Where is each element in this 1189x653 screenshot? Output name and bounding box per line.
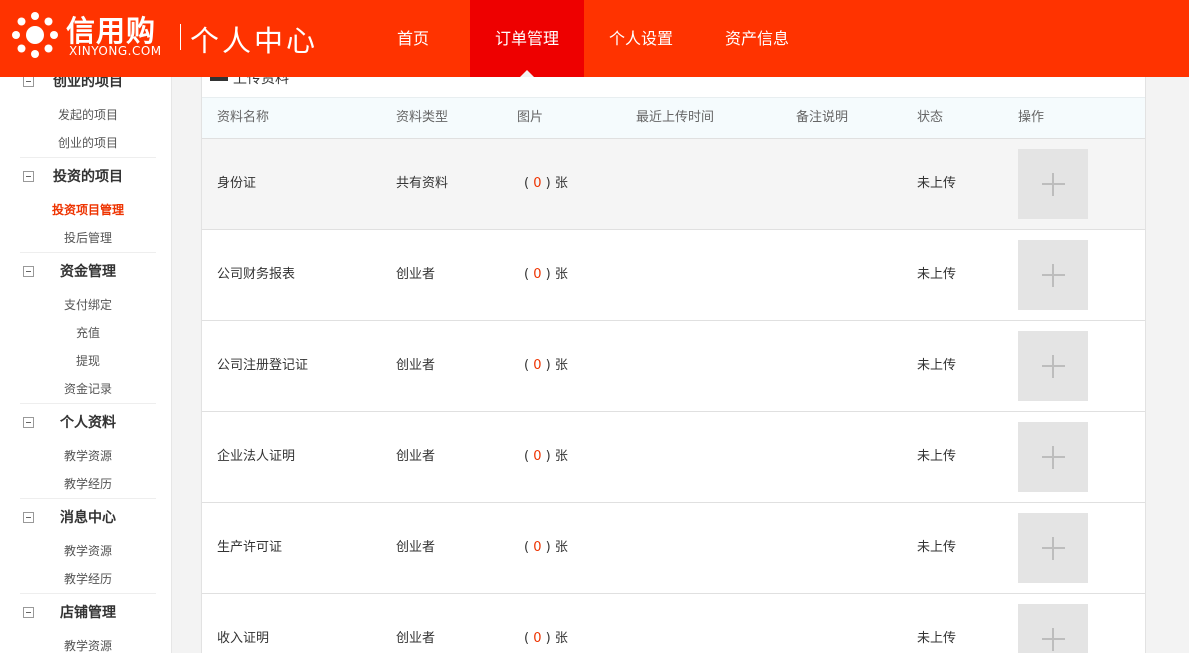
status-text: 未上传	[917, 631, 957, 646]
sidebar-item-launched-projects[interactable]: 发起的项目	[0, 107, 171, 123]
table-header: 资料名称 资料类型 图片 最近上传时间 备注说明 状态 操作	[202, 97, 1145, 139]
nav-item-home[interactable]: 首页	[356, 0, 470, 77]
sidebar-item-teaching-resources[interactable]: 教学资源	[0, 448, 171, 464]
sidebar-group-profile[interactable]: 个人资料	[0, 413, 171, 433]
image-count: ( 0 ) 张	[524, 176, 568, 191]
add-upload-button[interactable]	[1018, 604, 1088, 653]
status-text: 未上传	[917, 449, 957, 464]
main-nav: 首页 订单管理 个人设置 资产信息	[356, 0, 816, 77]
sidebar-item-fund-records[interactable]: 资金记录	[0, 381, 171, 397]
sidebar-item-startup-projects[interactable]: 创业的项目	[0, 135, 171, 151]
add-upload-button[interactable]	[1018, 422, 1088, 492]
column-header: 资料类型	[396, 110, 449, 125]
sidebar-item-post-invest[interactable]: 投后管理	[0, 230, 171, 246]
image-count: ( 0 ) 张	[524, 449, 568, 464]
sidebar-item-teaching-resources[interactable]: 教学资源	[0, 543, 171, 559]
column-header: 图片	[517, 110, 544, 125]
table-row: 收入证明 创业者 ( 0 ) 张 未上传	[202, 594, 1145, 653]
doc-type: 创业者	[396, 631, 436, 646]
doc-type: 共有资料	[396, 176, 449, 191]
sidebar: 创业的项目 发起的项目 创业的项目 投资的项目 投资项目管理 投后管理 资金管理…	[0, 77, 172, 653]
add-upload-button[interactable]	[1018, 240, 1088, 310]
column-header: 资料名称	[217, 110, 270, 125]
status-text: 未上传	[917, 267, 957, 282]
doc-type: 创业者	[396, 449, 436, 464]
status-text: 未上传	[917, 358, 957, 373]
sidebar-item-teaching-resources[interactable]: 教学资源	[0, 638, 171, 653]
doc-name: 企业法人证明	[217, 449, 296, 464]
brand-divider	[180, 24, 181, 50]
add-upload-button[interactable]	[1018, 149, 1088, 219]
doc-type: 创业者	[396, 267, 436, 282]
sidebar-item-teaching-experience[interactable]: 教学经历	[0, 476, 171, 492]
doc-name: 公司财务报表	[217, 267, 296, 282]
sidebar-item-invest-manage[interactable]: 投资项目管理	[0, 202, 171, 218]
sidebar-divider	[20, 252, 156, 253]
nav-item-assets[interactable]: 资产信息	[698, 0, 816, 77]
top-header: 信用购 XINYONG.COM 个人中心 首页 订单管理 个人设置 资产信息	[0, 0, 1189, 77]
sidebar-group-invest[interactable]: 投资的项目	[0, 167, 171, 187]
add-upload-button[interactable]	[1018, 331, 1088, 401]
brand-domain: XINYONG.COM	[69, 44, 162, 58]
nav-item-settings[interactable]: 个人设置	[584, 0, 698, 77]
doc-type: 创业者	[396, 540, 436, 555]
sidebar-item-payment-binding[interactable]: 支付绑定	[0, 297, 171, 313]
brand-logo-icon[interactable]	[11, 11, 59, 59]
table-row: 公司注册登记证 创业者 ( 0 ) 张 未上传	[202, 321, 1145, 412]
sidebar-group-startup[interactable]: 创业的项目	[0, 77, 171, 92]
sidebar-group-store[interactable]: 店铺管理	[0, 603, 171, 623]
doc-name: 身份证	[217, 176, 257, 191]
sidebar-group-messages[interactable]: 消息中心	[0, 508, 171, 528]
column-header: 操作	[1018, 110, 1045, 125]
sidebar-divider	[20, 157, 156, 158]
table-row: 身份证 共有资料 ( 0 ) 张 未上传	[202, 139, 1145, 230]
panel-title: 上传资料	[210, 77, 289, 87]
sidebar-divider	[20, 403, 156, 404]
image-count: ( 0 ) 张	[524, 631, 568, 646]
doc-name: 生产许可证	[217, 540, 283, 555]
sidebar-divider	[20, 593, 156, 594]
sidebar-divider	[20, 498, 156, 499]
folder-icon	[210, 77, 228, 81]
doc-name: 收入证明	[217, 631, 270, 646]
nav-item-orders[interactable]: 订单管理	[470, 0, 584, 77]
status-text: 未上传	[917, 176, 957, 191]
sidebar-item-withdraw[interactable]: 提现	[0, 353, 171, 369]
column-header: 备注说明	[796, 110, 849, 125]
column-header: 最近上传时间	[636, 110, 715, 125]
image-count: ( 0 ) 张	[524, 358, 568, 373]
doc-type: 创业者	[396, 358, 436, 373]
image-count: ( 0 ) 张	[524, 540, 568, 555]
sidebar-group-funds[interactable]: 资金管理	[0, 262, 171, 282]
table-row: 生产许可证 创业者 ( 0 ) 张 未上传	[202, 503, 1145, 594]
sidebar-item-teaching-experience[interactable]: 教学经历	[0, 571, 171, 587]
image-count: ( 0 ) 张	[524, 267, 568, 282]
column-header: 状态	[917, 110, 944, 125]
doc-name: 公司注册登记证	[217, 358, 309, 373]
sidebar-item-recharge[interactable]: 充值	[0, 325, 171, 341]
table-row: 企业法人证明 创业者 ( 0 ) 张 未上传	[202, 412, 1145, 503]
page-title: 个人中心	[190, 24, 319, 58]
status-text: 未上传	[917, 540, 957, 555]
add-upload-button[interactable]	[1018, 513, 1088, 583]
table-row: 公司财务报表 创业者 ( 0 ) 张 未上传	[202, 230, 1145, 321]
upload-panel: 上传资料 资料名称 资料类型 图片 最近上传时间 备注说明 状态 操作 身份证 …	[201, 77, 1146, 653]
